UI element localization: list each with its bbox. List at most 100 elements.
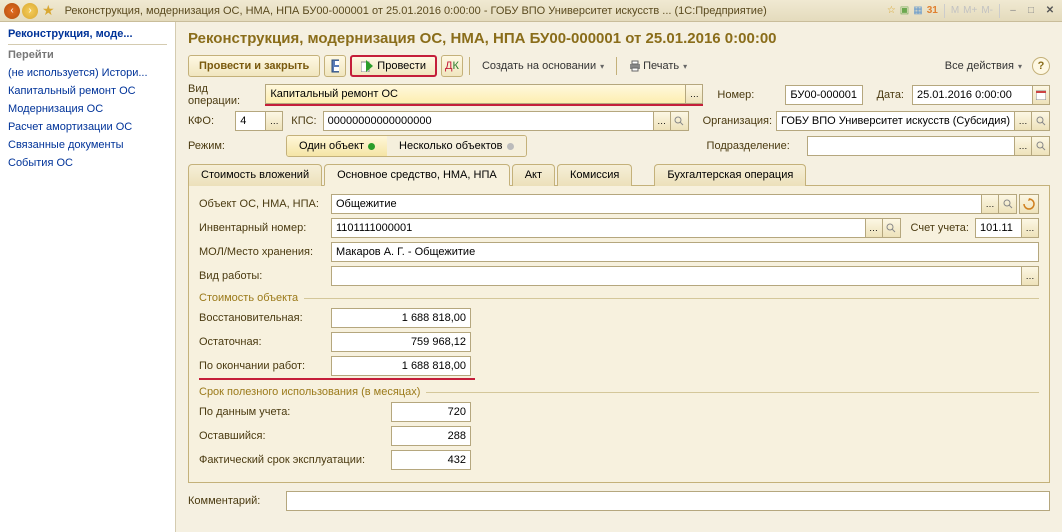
byacct-label: По данным учета: [199, 406, 391, 418]
dt-kt-icon: ДК [445, 63, 459, 69]
tab-body: Объект ОС, НМА, НПА: Общежитие … Инвента… [188, 186, 1050, 483]
object-label: Объект ОС, НМА, НПА: [199, 198, 331, 210]
org-search-button[interactable] [1032, 111, 1050, 131]
date-input[interactable]: 25.01.2016 0:00:00 [912, 85, 1032, 105]
group-cost: Стоимость объекта [199, 292, 1039, 304]
print-dropdown[interactable]: Печать [623, 60, 693, 72]
acct-label: Счет учета: [901, 222, 975, 234]
toolbar: Провести и закрыть Провести ДК Создать н… [188, 55, 1050, 77]
after-input[interactable]: 1 688 818,00 [331, 356, 471, 376]
tab-accounting-op[interactable]: Бухгалтерская операция [654, 164, 806, 186]
op-type-input[interactable]: Капитальный ремонт ОС [265, 84, 685, 104]
work-label: Вид работы: [199, 270, 331, 282]
post-and-close-button[interactable]: Провести и закрыть [188, 55, 320, 77]
separator [8, 44, 167, 45]
object-input[interactable]: Общежитие [331, 194, 981, 214]
inv-label: Инвентарный номер: [199, 222, 331, 234]
maximize-button[interactable]: □ [1024, 5, 1038, 16]
favorite-icon[interactable]: ★ [42, 2, 55, 19]
inv-ellipsis-button[interactable]: … [865, 218, 883, 238]
work-input[interactable] [331, 266, 1021, 286]
date-picker-button[interactable] [1032, 85, 1050, 105]
m-plus-indicator: M+ [963, 5, 977, 16]
mode-one-option[interactable]: Один объект [287, 136, 387, 156]
date-label: Дата: [863, 89, 908, 101]
widget-icon[interactable]: ▣ [900, 5, 909, 16]
restore-input[interactable]: 1 688 818,00 [331, 308, 471, 328]
tabs: Стоимость вложений Основное средство, НМ… [188, 163, 1050, 186]
kfo-ellipsis-button[interactable]: … [265, 111, 283, 131]
actual-input[interactable]: 432 [391, 450, 471, 470]
tab-cost[interactable]: Стоимость вложений [188, 164, 322, 186]
kps-search-button[interactable] [671, 111, 689, 131]
inv-search-button[interactable] [883, 218, 901, 238]
work-ellipsis-button[interactable]: … [1021, 266, 1039, 286]
all-actions-dropdown[interactable]: Все действия [939, 60, 1028, 72]
object-ellipsis-button[interactable]: … [981, 194, 999, 214]
acct-input[interactable]: 101.11 [975, 218, 1021, 238]
nav-forward-button[interactable]: › [22, 3, 38, 19]
remain-input[interactable]: 288 [391, 426, 471, 446]
nav-back-button[interactable]: ‹ [4, 3, 20, 19]
sidebar-link-capital-repair[interactable]: Капитальный ремонт ОС [8, 82, 167, 100]
org-input[interactable]: ГОБУ ВПО Университет искусств (Субсидия) [776, 111, 1014, 131]
post-icon [361, 60, 373, 72]
object-search-button[interactable] [999, 194, 1017, 214]
star2-icon[interactable]: ☆ [887, 5, 896, 16]
minimize-button[interactable]: – [1006, 5, 1020, 16]
inv-input[interactable]: 1101111000001 [331, 218, 865, 238]
mol-input[interactable]: Макаров А. Г. - Общежитие [331, 242, 1039, 262]
titlebar: ‹ › ★ Реконструкция, модернизация ОС, НМ… [0, 0, 1062, 22]
save-icon-button[interactable] [324, 55, 346, 77]
close-button[interactable]: ✕ [1042, 5, 1058, 16]
search-icon [1036, 116, 1046, 126]
dt-kt-button[interactable]: ДК [441, 55, 463, 77]
separator [999, 4, 1000, 18]
org-ellipsis-button[interactable]: … [1014, 111, 1032, 131]
separator [944, 4, 945, 18]
acct-ellipsis-button[interactable]: … [1021, 218, 1039, 238]
kfo-input[interactable]: 4 [235, 111, 265, 131]
residual-input[interactable]: 759 968,12 [331, 332, 471, 352]
number-input[interactable]: БУ00-000001 [785, 85, 862, 105]
calc-icon[interactable]: ▦ [913, 5, 922, 16]
printer-icon [629, 60, 641, 72]
op-type-label: Вид операции: [188, 83, 265, 107]
sidebar-link-os-events[interactable]: События ОС [8, 154, 167, 172]
separator [469, 57, 470, 75]
mode-many-option[interactable]: Несколько объектов [387, 136, 526, 156]
kps-input[interactable]: 00000000000000000 [323, 111, 653, 131]
sidebar-link-modernization[interactable]: Модернизация ОС [8, 100, 167, 118]
sidebar-link-depreciation[interactable]: Расчет амортизации ОС [8, 118, 167, 136]
kps-label: КПС: [283, 115, 322, 127]
post-button[interactable]: Провести [350, 55, 437, 77]
create-based-dropdown[interactable]: Создать на основании [476, 60, 610, 72]
tab-act[interactable]: Акт [512, 164, 555, 186]
kps-ellipsis-button[interactable]: … [653, 111, 671, 131]
search-icon [674, 116, 684, 126]
cal-icon[interactable]: 31 [927, 5, 938, 16]
refresh-button[interactable] [1019, 194, 1039, 214]
refresh-icon [1023, 198, 1035, 210]
dept-search-button[interactable] [1032, 136, 1050, 156]
tab-commission[interactable]: Комиссия [557, 164, 632, 186]
search-icon [886, 223, 896, 233]
tab-fixed-asset[interactable]: Основное средство, НМА, НПА [324, 164, 510, 186]
comment-input[interactable] [286, 491, 1050, 511]
post-button-label: Провести [377, 60, 426, 72]
comment-label: Комментарий: [188, 495, 286, 507]
op-type-ellipsis-button[interactable]: … [685, 84, 703, 104]
separator [616, 57, 617, 75]
mode-one-label: Один объект [299, 140, 364, 152]
group-life-label: Срок полезного использования (в месяцах) [199, 386, 420, 398]
sidebar-link-related-docs[interactable]: Связанные документы [8, 136, 167, 154]
byacct-input[interactable]: 720 [391, 402, 471, 422]
residual-label: Остаточная: [199, 336, 331, 348]
help-button[interactable]: ? [1032, 57, 1050, 75]
dept-ellipsis-button[interactable]: … [1014, 136, 1032, 156]
mode-toggle: Один объект Несколько объектов [286, 135, 527, 157]
dept-input[interactable] [807, 136, 1014, 156]
search-icon [1036, 141, 1046, 151]
sidebar-link-history[interactable]: (не используется) Истори... [8, 64, 167, 82]
mode-many-label: Несколько объектов [399, 140, 503, 152]
